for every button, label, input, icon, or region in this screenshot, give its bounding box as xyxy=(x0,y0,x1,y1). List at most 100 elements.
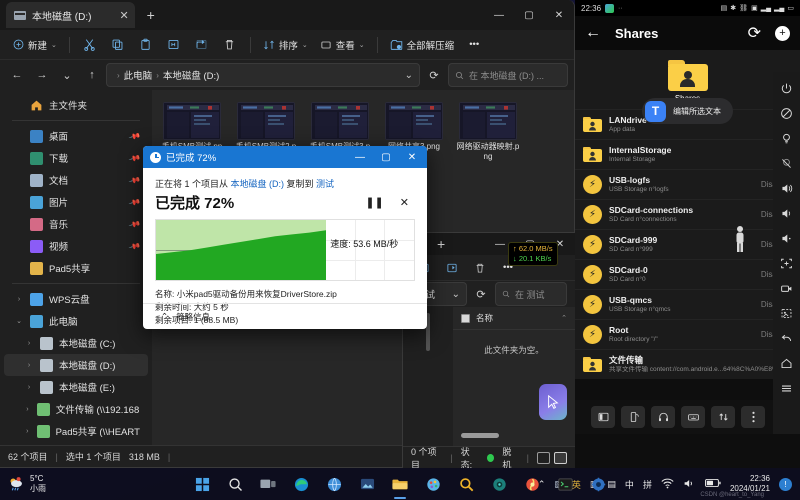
sort-button[interactable]: 排序 ⌄ xyxy=(258,33,313,57)
less-details-toggle[interactable]: ⌃ 简略信息 xyxy=(143,303,427,329)
recent-locations-button[interactable]: ⌄ xyxy=(56,64,78,86)
taskbar-clock[interactable]: 22:36 2024/01/21 xyxy=(730,474,770,494)
paint-icon[interactable] xyxy=(423,474,443,494)
search-box-2[interactable]: 在 测试 xyxy=(495,282,567,306)
refresh-icon[interactable]: ⟳ xyxy=(748,23,761,43)
sidebar-item-6[interactable]: Pad5共享 xyxy=(4,257,148,279)
keyboard-icon[interactable] xyxy=(681,406,705,428)
new-tab-button[interactable]: + xyxy=(147,7,155,23)
android-share-row[interactable]: ⚡SDCard-999SD Card n°999Disabled xyxy=(575,229,800,259)
headset-icon[interactable] xyxy=(651,406,675,428)
column-header-name[interactable]: 名称 xyxy=(476,312,493,324)
record-icon[interactable] xyxy=(779,280,795,296)
volume-icon[interactable] xyxy=(683,478,696,491)
breadcrumb-dropdown-icon[interactable]: ⌄ xyxy=(405,70,413,81)
volume-mute-icon[interactable] xyxy=(779,230,795,246)
refresh-button-2[interactable]: ⟳ xyxy=(470,283,492,305)
sidebar-item-3[interactable]: 图片📌 xyxy=(4,191,148,213)
edge-icon[interactable] xyxy=(291,474,311,494)
settings2-icon[interactable] xyxy=(489,474,509,494)
sidebar-item-5[interactable]: 视频📌 xyxy=(4,235,148,257)
sidebar-item-4[interactable]: 音乐📌 xyxy=(4,213,148,235)
search-icon-taskbar[interactable] xyxy=(225,474,245,494)
breadcrumb-2-dropdown-icon[interactable]: ⌄ xyxy=(452,289,460,300)
sidebar-item-home[interactable]: 主文件夹 xyxy=(4,94,148,116)
delete-button[interactable] xyxy=(217,33,243,57)
sidebar-item-0[interactable]: 桌面📌 xyxy=(4,125,148,147)
paste-button[interactable] xyxy=(133,33,159,57)
cancel-button[interactable]: ✕ xyxy=(400,196,409,209)
battery-icon-tray[interactable] xyxy=(705,478,721,490)
ime-pinyin-label[interactable]: 拼 xyxy=(643,478,652,491)
sidebar-tree-item-0[interactable]: ›WPS云盘 xyxy=(4,288,148,310)
back-button[interactable]: ← xyxy=(6,64,28,86)
copy-dialog-minimize[interactable]: — xyxy=(347,146,373,168)
android-share-row[interactable]: ⚡USB-logfsUSB Storage n°logfsDisabled xyxy=(575,169,800,199)
android-share-row[interactable]: ⚡SDCard-0SD Card n°0Disabled xyxy=(575,259,800,289)
screenshot-icon[interactable] xyxy=(779,255,795,271)
volume-down-icon[interactable] xyxy=(779,205,795,221)
terminal-icon[interactable] xyxy=(555,474,575,494)
breadcrumb-drive[interactable]: 本地磁盘 (D:) xyxy=(163,68,219,82)
sidebar-tree-item-1[interactable]: ⌄此电脑 xyxy=(4,310,148,332)
horizontal-scrollbar[interactable] xyxy=(461,433,499,438)
pin-icon[interactable]: 📌 xyxy=(128,240,141,253)
sidebar-tree-item-3[interactable]: ›本地磁盘 (D:) xyxy=(4,354,148,376)
more-options-button[interactable]: ••• xyxy=(461,33,487,57)
breadcrumb-this-pc[interactable]: 此电脑 xyxy=(124,68,153,82)
rename-button[interactable] xyxy=(161,33,187,57)
sidebar-item-2[interactable]: 文档📌 xyxy=(4,169,148,191)
weather-widget[interactable]: 5°C 小雨 xyxy=(8,474,46,493)
share-button[interactable] xyxy=(189,33,215,57)
select-all-checkbox[interactable] xyxy=(461,314,470,323)
new-button[interactable]: 新建 ⌄ xyxy=(8,33,62,57)
maximize-button[interactable]: ▢ xyxy=(514,0,544,30)
copy-dest-link[interactable]: 测试 xyxy=(316,179,334,189)
wifi-icon[interactable] xyxy=(661,478,674,491)
pin-icon[interactable]: 📌 xyxy=(128,130,141,143)
file-item[interactable]: 网络驱动器映射.png xyxy=(454,98,522,166)
android-share-row[interactable]: InternalStorageInternal Storage xyxy=(575,139,800,169)
copy-source-link[interactable]: 本地磁盘 (D:) xyxy=(231,179,285,189)
refresh-button[interactable]: ⟳ xyxy=(423,64,445,86)
ime-panel-icon[interactable]: ▤ xyxy=(607,479,616,490)
home-icon-android[interactable] xyxy=(779,355,795,371)
start-icon[interactable] xyxy=(192,474,212,494)
photos-icon[interactable] xyxy=(357,474,377,494)
breadcrumb[interactable]: › 此电脑 › 本地磁盘 (D:) ⌄ xyxy=(106,63,420,87)
expander-icon[interactable]: › xyxy=(24,340,34,347)
expander-icon[interactable]: ⌄ xyxy=(14,317,24,325)
transfer-icon[interactable] xyxy=(711,406,735,428)
new-tab-button-2[interactable]: + xyxy=(437,236,445,252)
split-screen-icon[interactable] xyxy=(591,406,615,428)
up-button[interactable]: ↑ xyxy=(81,64,103,86)
pin-icon[interactable]: 📌 xyxy=(128,218,141,231)
back-icon[interactable] xyxy=(779,330,795,346)
add-share-button[interactable]: + xyxy=(775,26,790,41)
rotate-device-icon[interactable] xyxy=(621,406,645,428)
settings-icon[interactable] xyxy=(588,474,608,494)
sidebar-item-1[interactable]: 下载📌 xyxy=(4,147,148,169)
android-share-row[interactable]: ⚡SDCard-connectionsSD Card n°connections… xyxy=(575,199,800,229)
task-view-icon[interactable] xyxy=(258,474,278,494)
brightness-icon[interactable] xyxy=(779,130,795,146)
android-share-row[interactable]: ⚡USB-qmcsUSB Storage n°qmcsDisabled xyxy=(575,289,800,319)
rotation-lock-icon[interactable] xyxy=(779,105,795,121)
ime-mode-label[interactable]: 中 xyxy=(625,478,634,491)
copy-dialog-maximize[interactable]: ▢ xyxy=(373,146,399,168)
search2-icon[interactable] xyxy=(456,474,476,494)
search-input-2[interactable]: 在 测试 xyxy=(515,288,545,301)
copy-dialog-close[interactable]: ✕ xyxy=(399,146,425,168)
tiles-view-icon[interactable] xyxy=(554,452,567,464)
app-icon[interactable] xyxy=(522,474,542,494)
expander-icon[interactable]: › xyxy=(14,296,24,303)
expander-icon[interactable]: › xyxy=(24,384,34,391)
text-edit-tooltip[interactable]: T 编辑所选文本 xyxy=(642,98,733,124)
search-input[interactable]: 在 本地磁盘 (D:) ... xyxy=(469,69,544,82)
expander-icon[interactable]: › xyxy=(24,406,31,413)
minimize-button[interactable]: — xyxy=(484,0,514,30)
browser-icon[interactable] xyxy=(324,474,344,494)
file-explorer-icon[interactable] xyxy=(390,474,410,494)
pin-icon[interactable]: 📌 xyxy=(128,152,141,165)
delete-button-2[interactable] xyxy=(467,256,493,280)
